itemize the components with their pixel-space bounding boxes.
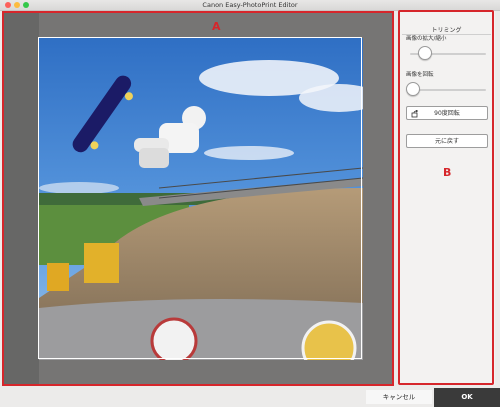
callout-frame-b xyxy=(398,10,494,385)
ok-button[interactable]: OK xyxy=(434,388,500,407)
window-title: Canon Easy-PhotoPrint Editor xyxy=(202,1,298,9)
callout-frame-a xyxy=(2,11,394,386)
cancel-button[interactable]: キャンセル xyxy=(366,390,432,404)
callout-label-a: A xyxy=(212,20,221,33)
callout-label-b: B xyxy=(443,166,452,179)
